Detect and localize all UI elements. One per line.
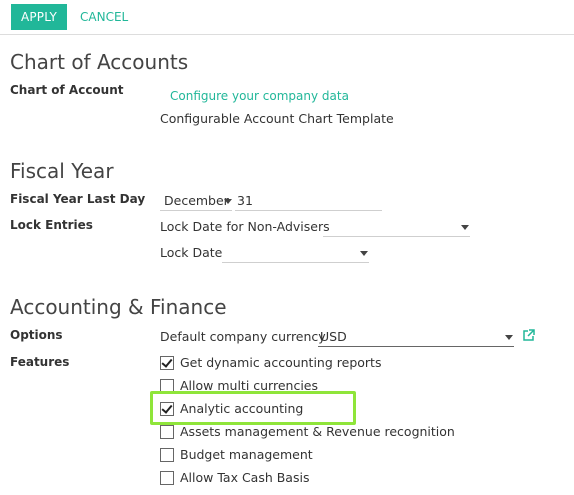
- chart-of-account-label: Chart of Account: [10, 83, 124, 97]
- feature-tax-cash-basis[interactable]: Allow Tax Cash Basis: [160, 470, 520, 486]
- feature-assets-management[interactable]: Assets management & Revenue recognition: [160, 424, 520, 440]
- chevron-down-icon: [360, 251, 368, 256]
- configure-company-data-link[interactable]: Configure your company data: [170, 89, 349, 103]
- default-currency-label: Default company currency: [160, 329, 326, 344]
- feature-label: Get dynamic accounting reports: [180, 355, 382, 370]
- fiscal-day-value: 31: [237, 193, 253, 208]
- feature-label: Allow Tax Cash Basis: [180, 470, 310, 485]
- feature-label: Analytic accounting: [180, 401, 304, 416]
- options-label: Options: [10, 328, 63, 342]
- currency-value: USD: [320, 329, 347, 344]
- section-title-fiscal-year: Fiscal Year: [10, 159, 114, 183]
- section-title-chart-of-accounts: Chart of Accounts: [10, 50, 189, 74]
- apply-button[interactable]: APPLY: [11, 4, 67, 30]
- chevron-down-icon: [224, 199, 232, 204]
- checkbox[interactable]: [160, 402, 174, 416]
- fiscal-month-value: December: [164, 193, 229, 208]
- feature-label: Budget management: [180, 447, 313, 462]
- checkbox[interactable]: [160, 356, 174, 370]
- chart-template-value: Configurable Account Chart Template: [160, 111, 394, 126]
- features-label: Features: [10, 355, 70, 369]
- fiscal-month-select[interactable]: December: [160, 192, 232, 211]
- lock-date-input[interactable]: [222, 244, 369, 263]
- chevron-down-icon: [505, 335, 513, 340]
- chevron-down-icon: [461, 225, 469, 230]
- feature-budget-management[interactable]: Budget management: [160, 447, 520, 463]
- cancel-button[interactable]: CANCEL: [80, 4, 128, 30]
- lock-date-label: Lock Date: [160, 245, 223, 260]
- checkbox[interactable]: [160, 471, 174, 485]
- feature-label: Assets management & Revenue recognition: [180, 424, 455, 439]
- checkbox[interactable]: [160, 448, 174, 462]
- fiscal-day-input[interactable]: 31: [235, 192, 382, 211]
- fiscal-year-last-day-label: Fiscal Year Last Day: [10, 192, 146, 206]
- currency-select[interactable]: USD: [318, 328, 514, 347]
- checkbox[interactable]: [160, 425, 174, 439]
- lock-date-non-advisers-input[interactable]: [323, 218, 470, 237]
- feature-analytic-accounting[interactable]: Analytic accounting: [160, 401, 520, 417]
- section-title-accounting-finance: Accounting & Finance: [10, 295, 227, 319]
- lock-date-non-advisers-label: Lock Date for Non-Advisers: [160, 219, 330, 234]
- feature-dynamic-reports[interactable]: Get dynamic accounting reports: [160, 355, 520, 371]
- external-link-icon[interactable]: [522, 329, 535, 342]
- lock-entries-label: Lock Entries: [10, 218, 93, 232]
